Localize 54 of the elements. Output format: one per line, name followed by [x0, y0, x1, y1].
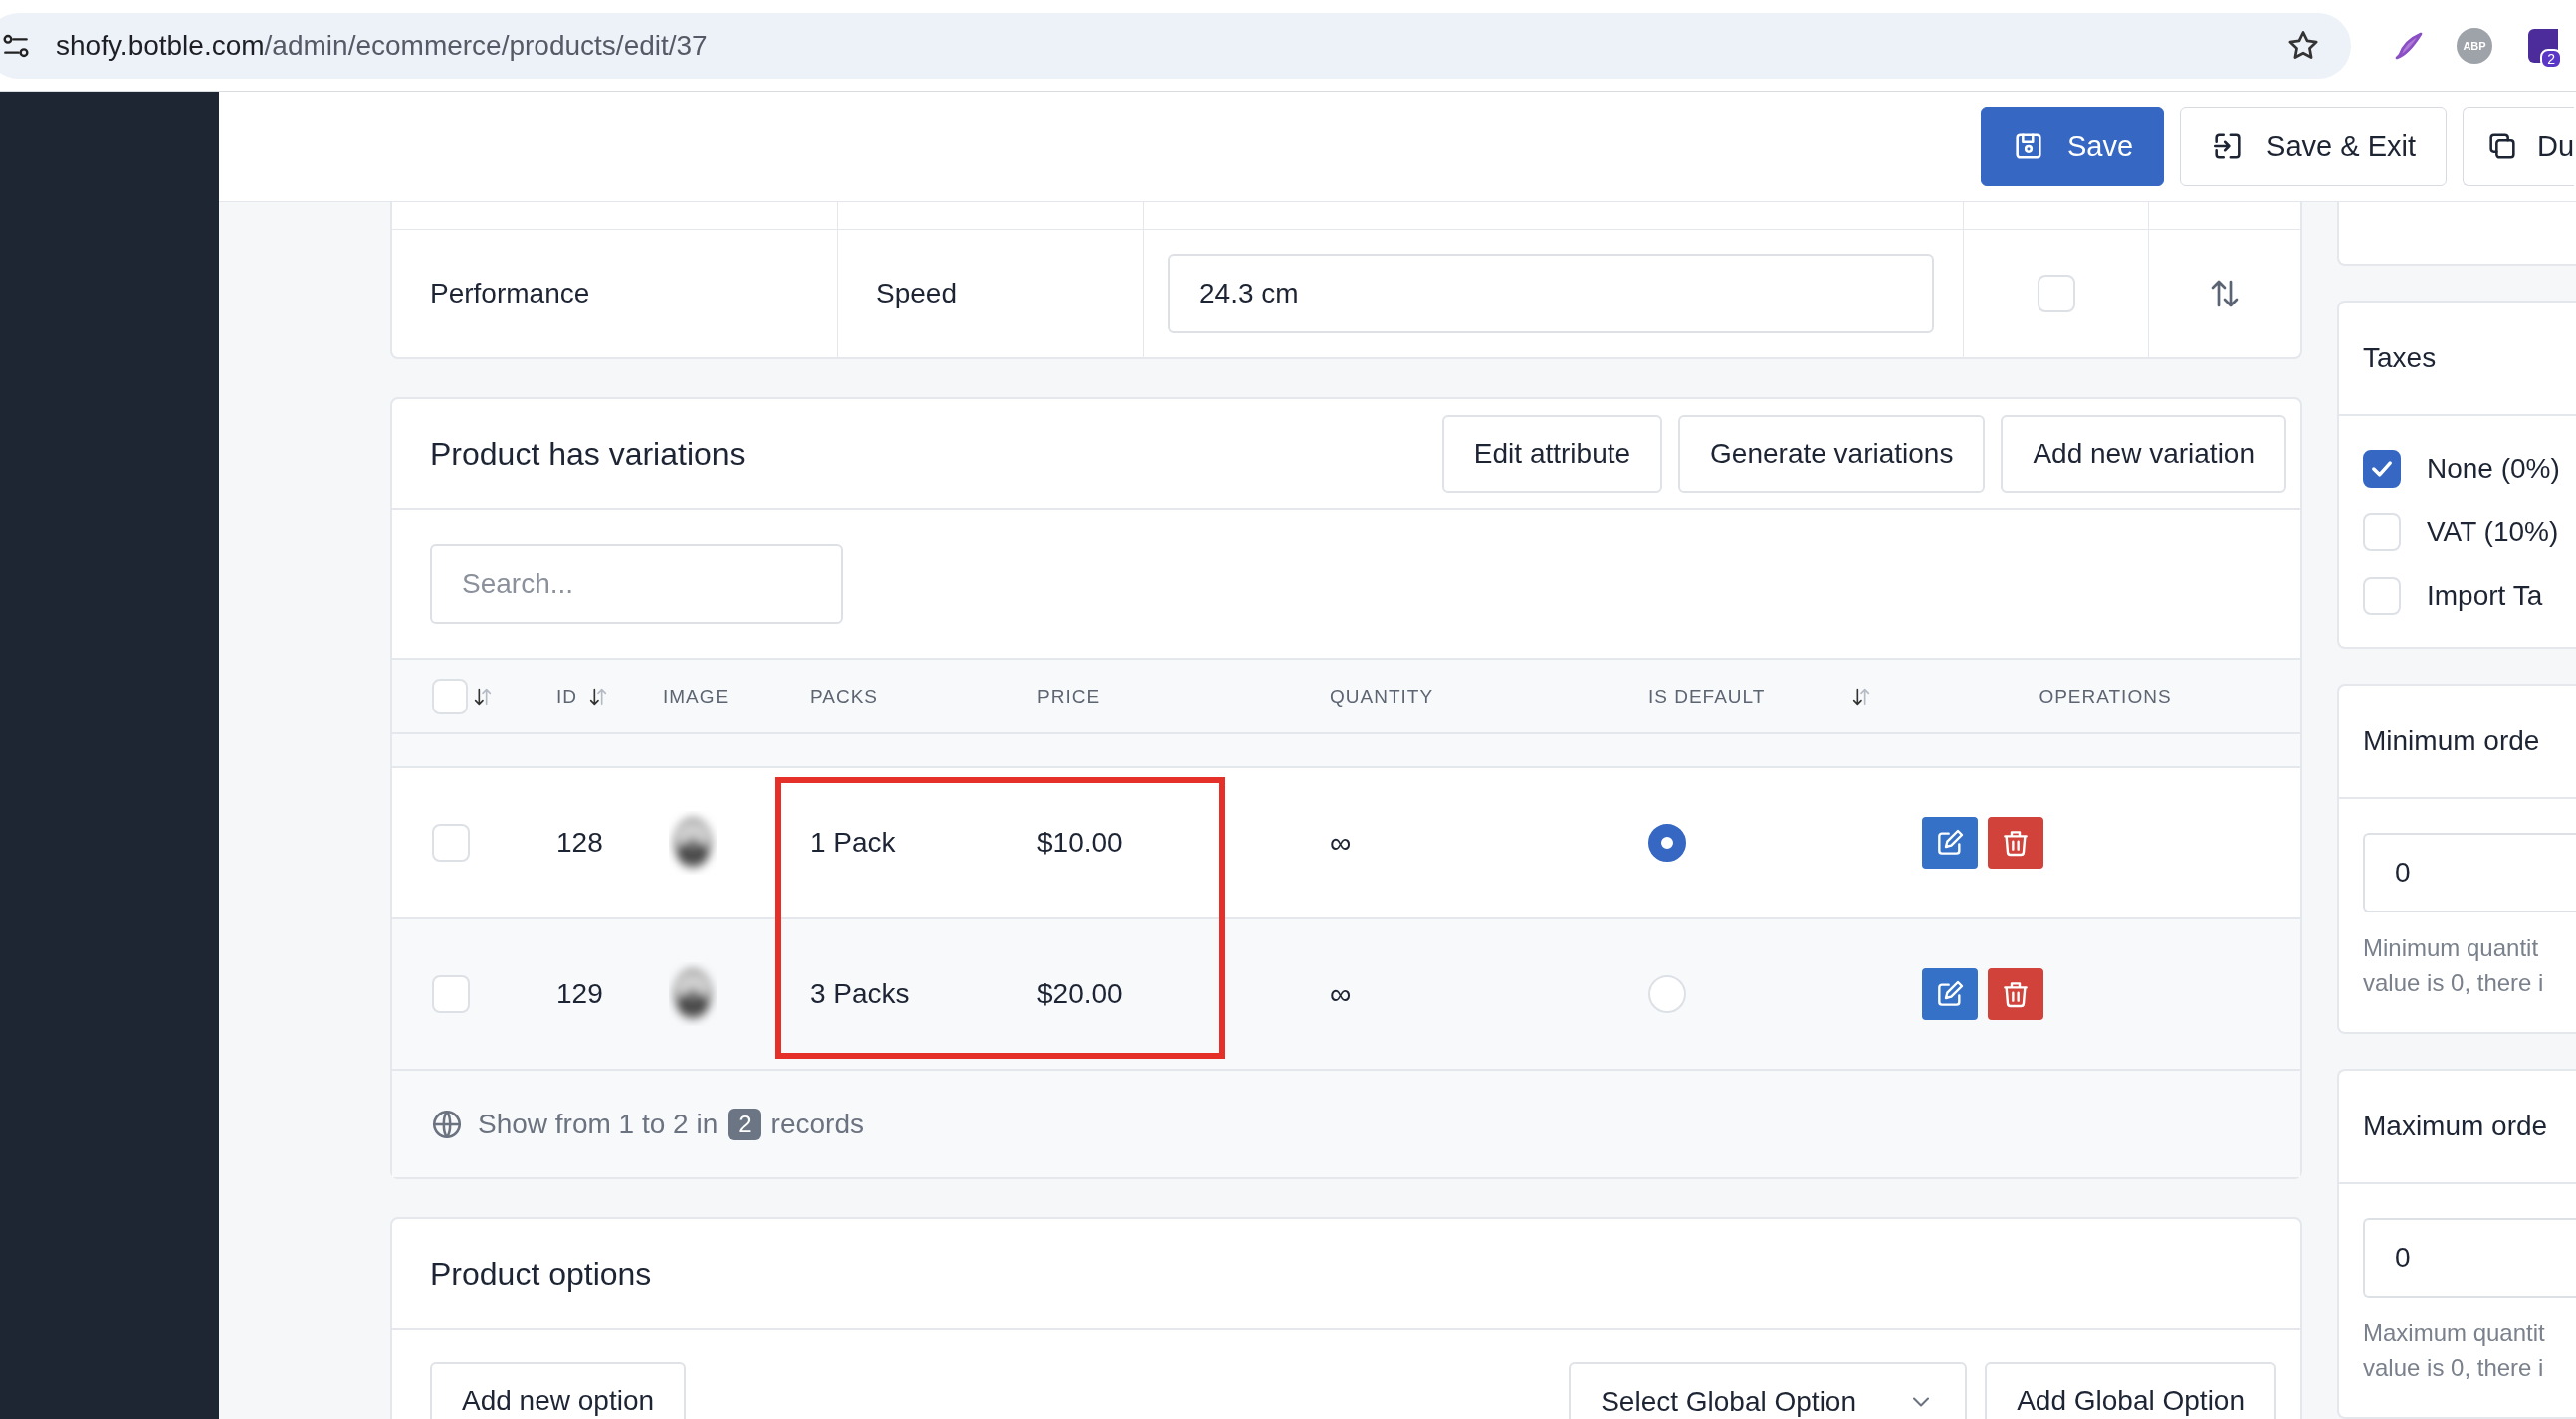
card-title: Product options	[430, 1255, 652, 1293]
card-title: Maximum orde	[2363, 1111, 2548, 1142]
edit-button[interactable]	[1922, 968, 1978, 1020]
help-text: Minimum quantit	[2363, 933, 2540, 963]
help-text: value is 0, there i	[2363, 1353, 2545, 1383]
column-header[interactable]: PACKS	[810, 685, 878, 708]
url-text: shofy.botble.com/admin/ecommerce/products/edit/37	[56, 29, 708, 62]
table-cell: 128	[556, 827, 603, 859]
card-title: Minimum orde	[2363, 725, 2540, 757]
action-button[interactable]: Generate variations	[1678, 415, 1986, 493]
checkbox-label: Import Ta	[2427, 580, 2543, 612]
card-title: Product has variations	[430, 435, 746, 473]
action-button[interactable]: Edit attribute	[1441, 415, 1663, 493]
checkbox-label: VAT (10%)	[2427, 516, 2559, 548]
add-option-button[interactable]: Add new option	[430, 1362, 687, 1419]
help-text: value is 0, there i	[2363, 968, 2545, 998]
checkbox[interactable]	[2363, 450, 2401, 488]
delete-button[interactable]	[1988, 817, 2043, 869]
value-field[interactable]: 24.3 cm	[1168, 254, 1934, 333]
duplicate-button[interactable]: Du	[2463, 106, 2575, 186]
table-cell: $20.00	[1037, 978, 1123, 1010]
column-header[interactable]: IS DEFAULT	[1648, 685, 1766, 708]
help-text: Maximum quantit	[2363, 1318, 2546, 1348]
card-title: Taxes	[2363, 342, 2437, 374]
save-button[interactable]: Save	[1981, 106, 2165, 186]
radio-button[interactable]	[1648, 824, 1686, 862]
quantity-field[interactable]: 0	[2363, 833, 2576, 912]
column-header[interactable]: PRICE	[1037, 685, 1101, 708]
table-cell: 129	[556, 978, 603, 1010]
column-header[interactable]: ID	[556, 685, 577, 708]
attribute-name: Speed	[876, 278, 957, 309]
edit-button[interactable]	[1922, 817, 1978, 869]
global-option-select[interactable]: Select Global Option	[1569, 1362, 1968, 1419]
quantity-field[interactable]: 0	[2363, 1218, 2576, 1298]
table-cell: 1 Pack	[810, 827, 896, 859]
records-text: Show from 1 to 2 in	[478, 1108, 719, 1140]
column-header[interactable]: OPERATIONS	[2039, 685, 2172, 708]
records-text: records	[770, 1108, 864, 1140]
badge: 2	[2540, 48, 2562, 69]
table-cell: $10.00	[1037, 827, 1123, 859]
save-exit-button[interactable]: Save & Exit	[2180, 106, 2447, 186]
table-cell: ∞	[1330, 826, 1352, 860]
search-field[interactable]: Search...	[430, 544, 843, 624]
attribute-group: Performance	[430, 278, 590, 309]
column-header[interactable]: QUANTITY	[1330, 685, 1434, 708]
address-bar[interactable]: shofy.botble.com/admin/ecommerce/products/edit/37	[0, 12, 2351, 79]
table-cell: ∞	[1330, 977, 1352, 1011]
table-cell: 3 Packs	[810, 978, 910, 1010]
count-badge: 2	[728, 1108, 761, 1140]
add-global-option-button[interactable]: Add Global Option	[1985, 1362, 2276, 1419]
column-header[interactable]: IMAGE	[663, 685, 730, 708]
delete-button[interactable]	[1988, 968, 2043, 1020]
action-button[interactable]: Add new variation	[2001, 415, 2286, 493]
checkbox-label: None (0%)	[2427, 453, 2560, 485]
